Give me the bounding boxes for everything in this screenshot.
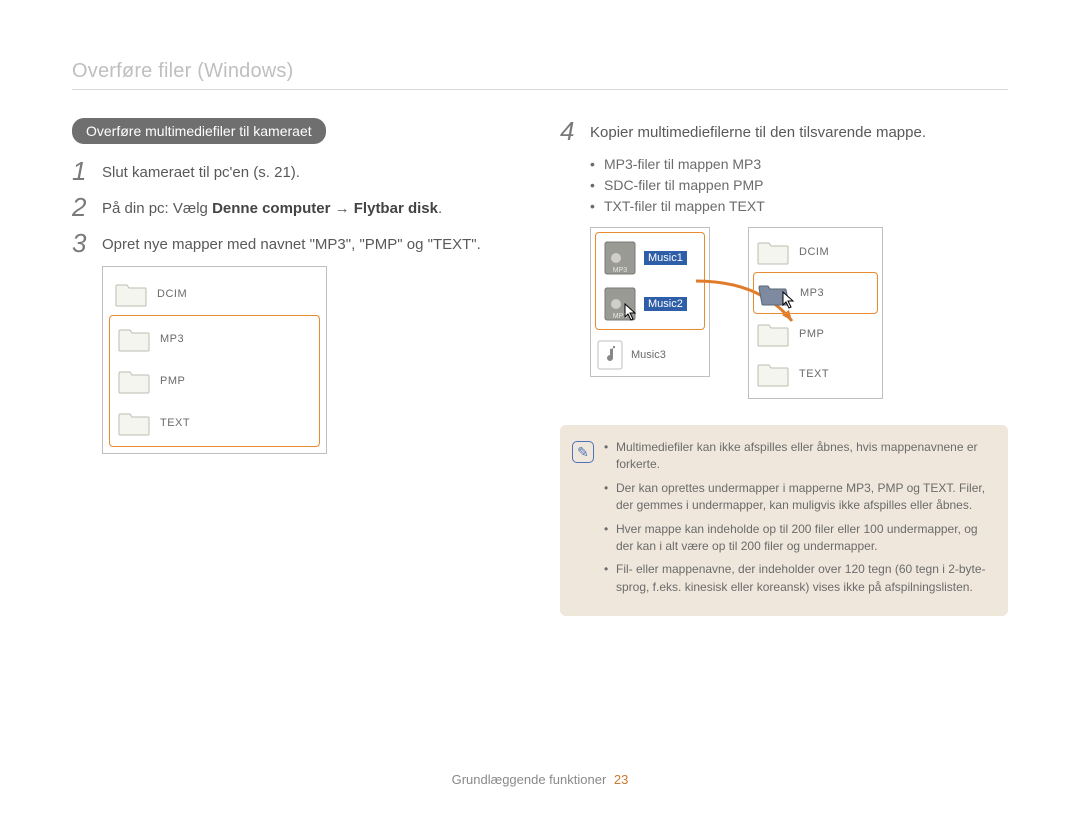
source-item: MP3 Music1 — [598, 235, 702, 281]
note-box: ✎ Multimediefiler kan ikke afspilles ell… — [560, 425, 1008, 616]
dest-row-pmp: PMP — [753, 314, 878, 354]
step-4: 4 Kopier multimediefilerne til den tilsv… — [560, 118, 1008, 144]
step-text: På din pc: Vælg Denne computer → Flytbar… — [102, 194, 442, 219]
step-number: 4 — [560, 118, 580, 144]
destination-panel: DCIM MP3 PMP — [748, 227, 883, 399]
folder-label: TEXT — [160, 417, 190, 429]
drag-illustration: MP3 Music1 MP3 Music2 — [590, 227, 1008, 399]
note-list: Multimediefiler kan ikke afspilles eller… — [604, 439, 992, 602]
sublist-item: TXT-filer til mappen TEXT — [590, 196, 1008, 217]
folder-label: PMP — [799, 328, 824, 340]
music-file-icon — [597, 340, 623, 370]
folder-icon — [115, 281, 147, 307]
left-column: Overføre multimediefiler til kameraet 1 … — [72, 118, 520, 616]
note-item: Fil- eller mappenavne, der indeholder ov… — [604, 561, 992, 596]
step2-suffix: . — [438, 200, 442, 217]
source-panel: MP3 Music1 MP3 Music2 — [590, 227, 710, 377]
step4-sublist: MP3-filer til mappen MP3 SDC-filer til m… — [560, 154, 1008, 217]
step-3: 3 Opret nye mapper med navnet "MP3", "PM… — [72, 230, 520, 256]
folder-icon — [757, 361, 789, 387]
folder-label: MP3 — [160, 333, 184, 345]
folder-icon — [757, 239, 789, 265]
folder-label: DCIM — [157, 288, 187, 300]
note-item: Der kan oprettes undermapper i mapperne … — [604, 480, 992, 515]
dest-row-text: TEXT — [753, 354, 878, 394]
note-item: Multimediefiler kan ikke afspilles eller… — [604, 439, 992, 474]
folder-panel-left: DCIM MP3 PMP — [102, 266, 327, 454]
selected-label: Music1 — [644, 251, 687, 265]
dest-row-mp3: MP3 — [753, 272, 878, 314]
sublist-item: MP3-filer til mappen MP3 — [590, 154, 1008, 175]
cursor-icon — [782, 291, 796, 309]
footer-text: Grundlæggende funktioner — [452, 772, 607, 787]
note-icon-glyph: ✎ — [577, 444, 589, 461]
folder-label: TEXT — [799, 368, 829, 380]
folder-label: PMP — [160, 375, 185, 387]
cursor-icon — [624, 303, 638, 321]
svg-text:MP3: MP3 — [613, 267, 628, 274]
title-divider — [72, 89, 1008, 90]
folder-icon — [118, 410, 150, 436]
step-number: 3 — [72, 230, 92, 256]
step-2: 2 På din pc: Vælg Denne computer → Flytb… — [72, 194, 520, 220]
source-item: MP3 Music2 — [598, 281, 702, 327]
folder-icon — [118, 368, 150, 394]
sublist-item: SDC-filer til mappen PMP — [590, 175, 1008, 196]
selected-label: Music2 — [644, 297, 687, 311]
highlight-box: MP3 PMP TEXT — [109, 315, 320, 447]
step-text: Slut kameraet til pc'en (s. 21). — [102, 158, 300, 183]
source-label: Music1 — [644, 252, 687, 264]
step2-bold2: Flytbar disk — [354, 200, 438, 217]
step-number: 2 — [72, 194, 92, 220]
page-footer: Grundlæggende funktioner 23 — [0, 772, 1080, 787]
dest-row-dcim: DCIM — [753, 232, 878, 272]
page-number: 23 — [614, 772, 628, 787]
step-1: 1 Slut kameraet til pc'en (s. 21). — [72, 158, 520, 184]
section-pill: Overføre multimediefiler til kameraet — [72, 118, 326, 144]
folder-row-mp3: MP3 — [112, 318, 317, 360]
source-highlight: MP3 Music1 MP3 Music2 — [595, 232, 705, 330]
step-text: Kopier multimediefilerne til den tilsvar… — [590, 118, 926, 143]
step2-arrow: → — [330, 200, 353, 217]
step2-prefix: På din pc: Vælg — [102, 200, 212, 217]
folder-icon — [118, 326, 150, 352]
folder-label: MP3 — [800, 287, 824, 299]
right-column: 4 Kopier multimediefilerne til den tilsv… — [560, 118, 1008, 616]
folder-icon — [757, 321, 789, 347]
note-icon: ✎ — [572, 441, 594, 463]
folder-row-text: TEXT — [112, 402, 317, 444]
source-label: Music2 — [644, 298, 687, 310]
page-title: Overføre filer (Windows) — [72, 60, 1008, 83]
folder-row-pmp: PMP — [112, 360, 317, 402]
step2-bold1: Denne computer — [212, 200, 330, 217]
note-item: Hver mappe kan indeholde op til 200 file… — [604, 521, 992, 556]
source-label: Music3 — [631, 349, 666, 361]
folder-row-dcim: DCIM — [109, 273, 320, 315]
mp3-file-icon: MP3 — [604, 241, 636, 275]
step-number: 1 — [72, 158, 92, 184]
source-item: Music3 — [591, 334, 709, 376]
step-text: Opret nye mapper med navnet "MP3", "PMP"… — [102, 230, 481, 255]
folder-label: DCIM — [799, 246, 829, 258]
